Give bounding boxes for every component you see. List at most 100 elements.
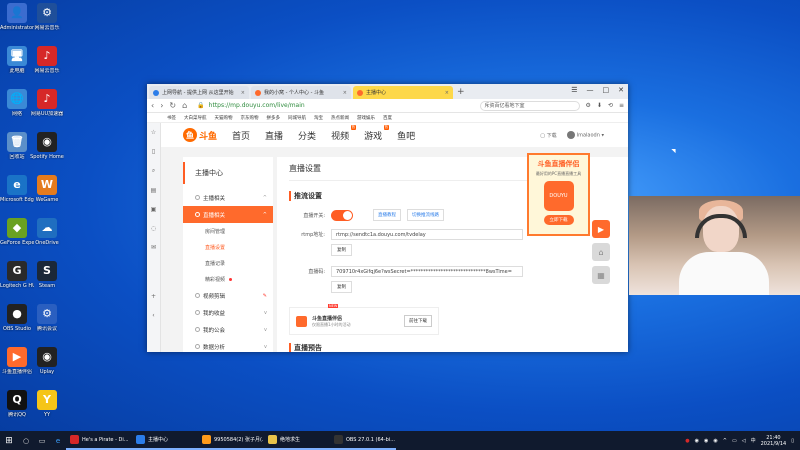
close-icon[interactable]: × [445,90,449,96]
copy-code-button[interactable]: 复制 [331,281,352,293]
desktop-icon[interactable]: ◆ GeForce Experience [0,218,34,246]
task-view-icon[interactable]: ▭ [34,437,50,445]
desktop-icon[interactable]: W WeGame [30,175,64,203]
volume-icon[interactable]: ◁ [742,438,746,444]
bag-icon[interactable]: ▣ [151,206,157,213]
maximize-icon[interactable]: □ [603,86,610,94]
desktop-icon[interactable]: ● OBS Studio [0,304,34,332]
minimize-icon[interactable]: — [587,86,594,94]
desktop-icon[interactable]: Q 腾讯QQ [0,390,34,418]
stream-code-field[interactable]: 709710r4xGifqj6e?wsSecret=**************… [331,266,523,277]
nav-home[interactable]: 首页 [232,129,250,142]
network-icon[interactable]: ▭ [732,438,737,444]
taskbar-app[interactable]: 9950584(2) 张子月(... [198,431,264,450]
menu-data[interactable]: 数据分析 v [183,338,273,352]
helper-ad[interactable]: 斗鱼直播伴侣 最好用的PC直播直播工具 DOUYU 立即下载 [527,153,590,236]
url-field[interactable]: 🔒 https://mp.douyu.com/live/main [193,101,353,111]
edge-icon[interactable]: e [50,437,66,445]
more-icon[interactable]: ≡ [619,102,624,109]
favorite-link[interactable]: 百度 [383,115,392,121]
forward-icon[interactable]: › [160,101,163,110]
desktop-icon[interactable]: ♪ 网易UU加速器 [30,89,64,117]
home-float-icon[interactable]: ⌂ [592,243,610,261]
desktop-icon[interactable]: 🗑 回收站 [0,132,34,160]
helper-download-button[interactable]: 前往下载 [404,315,432,327]
notification-icon[interactable]: ▯ [791,438,794,444]
tab-navigation[interactable]: 上网导航 - 提供上网 从这里开始 × [149,86,249,99]
tray-app-icon[interactable]: ◉ [713,438,717,444]
favorite-link[interactable]: 书签 [167,115,176,121]
mail-icon[interactable]: ✉ [151,244,156,251]
tray-app-icon[interactable]: ● [685,438,689,444]
menu-live-records[interactable]: 直播记录 [183,255,273,271]
menu-highlights[interactable]: 精彩视频 [183,271,273,287]
favorite-link[interactable]: 天猫购物 [215,115,233,121]
search-icon[interactable]: ○ [18,437,34,445]
douyu-logo[interactable]: 鱼斗鱼 [183,128,217,142]
desktop-icon[interactable]: Y YY [30,390,64,418]
collapse-icon[interactable]: ‹ [152,312,154,319]
download-icon[interactable]: ⬇ [597,102,602,109]
favorite-link[interactable]: 同城导航 [288,115,306,121]
desktop-icon[interactable]: ♪ 网易云音乐 [30,46,64,74]
taskbar-app[interactable]: 绝地求生 [264,431,330,450]
taskbar-app[interactable]: He's a Pirate - Di... [66,431,132,450]
add-icon[interactable]: + [151,293,156,300]
desktop-icon[interactable]: ⚙ 腾讯会议 [30,304,64,332]
chevron-up-icon[interactable]: ^ [723,438,727,444]
qr-float-icon[interactable]: ▦ [592,266,610,284]
copy-rtmp-button[interactable]: 复制 [331,244,352,256]
note-icon[interactable]: ▤ [151,187,157,194]
taskbar-app[interactable]: 主播中心 [132,431,198,450]
menu-live-settings[interactable]: 直播设置 [183,239,273,255]
rtmp-field[interactable]: rtmp://sendtc1a.douyu.com/tvdelay [331,229,523,240]
taskbar-app[interactable]: OBS 27.0.1 (64-bi... [330,431,396,450]
tutorial-button[interactable]: 直播教程 [373,209,401,221]
ime-icon[interactable]: 中 [751,437,756,444]
new-tab-icon[interactable]: + [457,87,465,97]
menu-anchor-related[interactable]: 主播相关 ^ [183,189,273,206]
desktop-icon[interactable]: 🖥 此电脑 [0,46,34,74]
close-window-icon[interactable]: ✕ [618,86,624,94]
nav-video[interactable]: 视频热 [331,124,357,142]
tab-my-room[interactable]: 我的小窝 - 个人中心 - 斗鱼 × [251,86,351,99]
desktop-icon[interactable]: ▶ 斗鱼直播伴侣 [0,347,34,375]
book-icon[interactable]: ▯ [152,148,155,155]
clock[interactable]: 21:40 2021/9/14 [761,435,787,447]
desktop-icon[interactable]: ☁ OneDrive [30,218,64,246]
home-icon[interactable]: ⌂ [182,101,187,110]
tab-anchor-center[interactable]: 主播中心 × [353,86,453,99]
ad-download-button[interactable]: 立即下载 [543,215,574,225]
menu-income[interactable]: 我的收益 v [183,304,273,321]
favorite-link[interactable]: 大白菜导航 [184,115,207,121]
desktop-icon[interactable]: 🌐 网络 [0,89,34,117]
nav-category[interactable]: 分类 [298,129,316,142]
switch-line-button[interactable]: 切换推流线路 [407,209,444,221]
favorite-link[interactable]: 拼多多 [267,115,281,121]
nav-fishbar[interactable]: 鱼吧 [397,129,415,142]
close-icon[interactable]: × [241,90,245,96]
desktop-icon[interactable]: ◉ Uplay [30,347,64,375]
menu-icon[interactable]: ☰ [571,86,577,94]
desktop-icon[interactable]: 👤 Administrator [0,3,34,31]
user-menu[interactable]: Imalaodn ▾ [566,131,604,139]
search-input[interactable]: 斥资百亿看地下室 [479,100,580,111]
history-icon[interactable]: ⟲ [608,102,613,109]
play-float-icon[interactable]: ▶ [592,220,610,238]
download-link[interactable]: ▢ 下载 [540,132,556,139]
favorite-link[interactable]: 京东购物 [241,115,259,121]
nav-game[interactable]: 游戏热 [364,124,390,142]
desktop-icon[interactable]: ◉ Spotify Home [30,132,64,160]
close-icon[interactable]: × [343,90,347,96]
menu-room-manage[interactable]: 房间管理 [183,223,273,239]
nav-live[interactable]: 直播 [265,129,283,142]
chat-icon[interactable]: ◌ [151,225,156,232]
menu-video-edit[interactable]: 视频剪辑 ✎ [183,287,273,304]
star-icon[interactable]: ☆ [151,129,156,136]
menu-live-related[interactable]: 直播相关 ^ [183,206,273,223]
desktop-icon[interactable]: ⚙ 网易云音乐 [30,3,64,31]
favorite-link[interactable]: 游戏娱乐 [357,115,375,121]
search-icon[interactable]: ⌕ [152,167,155,175]
reload-icon[interactable]: ↻ [169,101,176,110]
live-switch-toggle[interactable] [331,209,353,221]
